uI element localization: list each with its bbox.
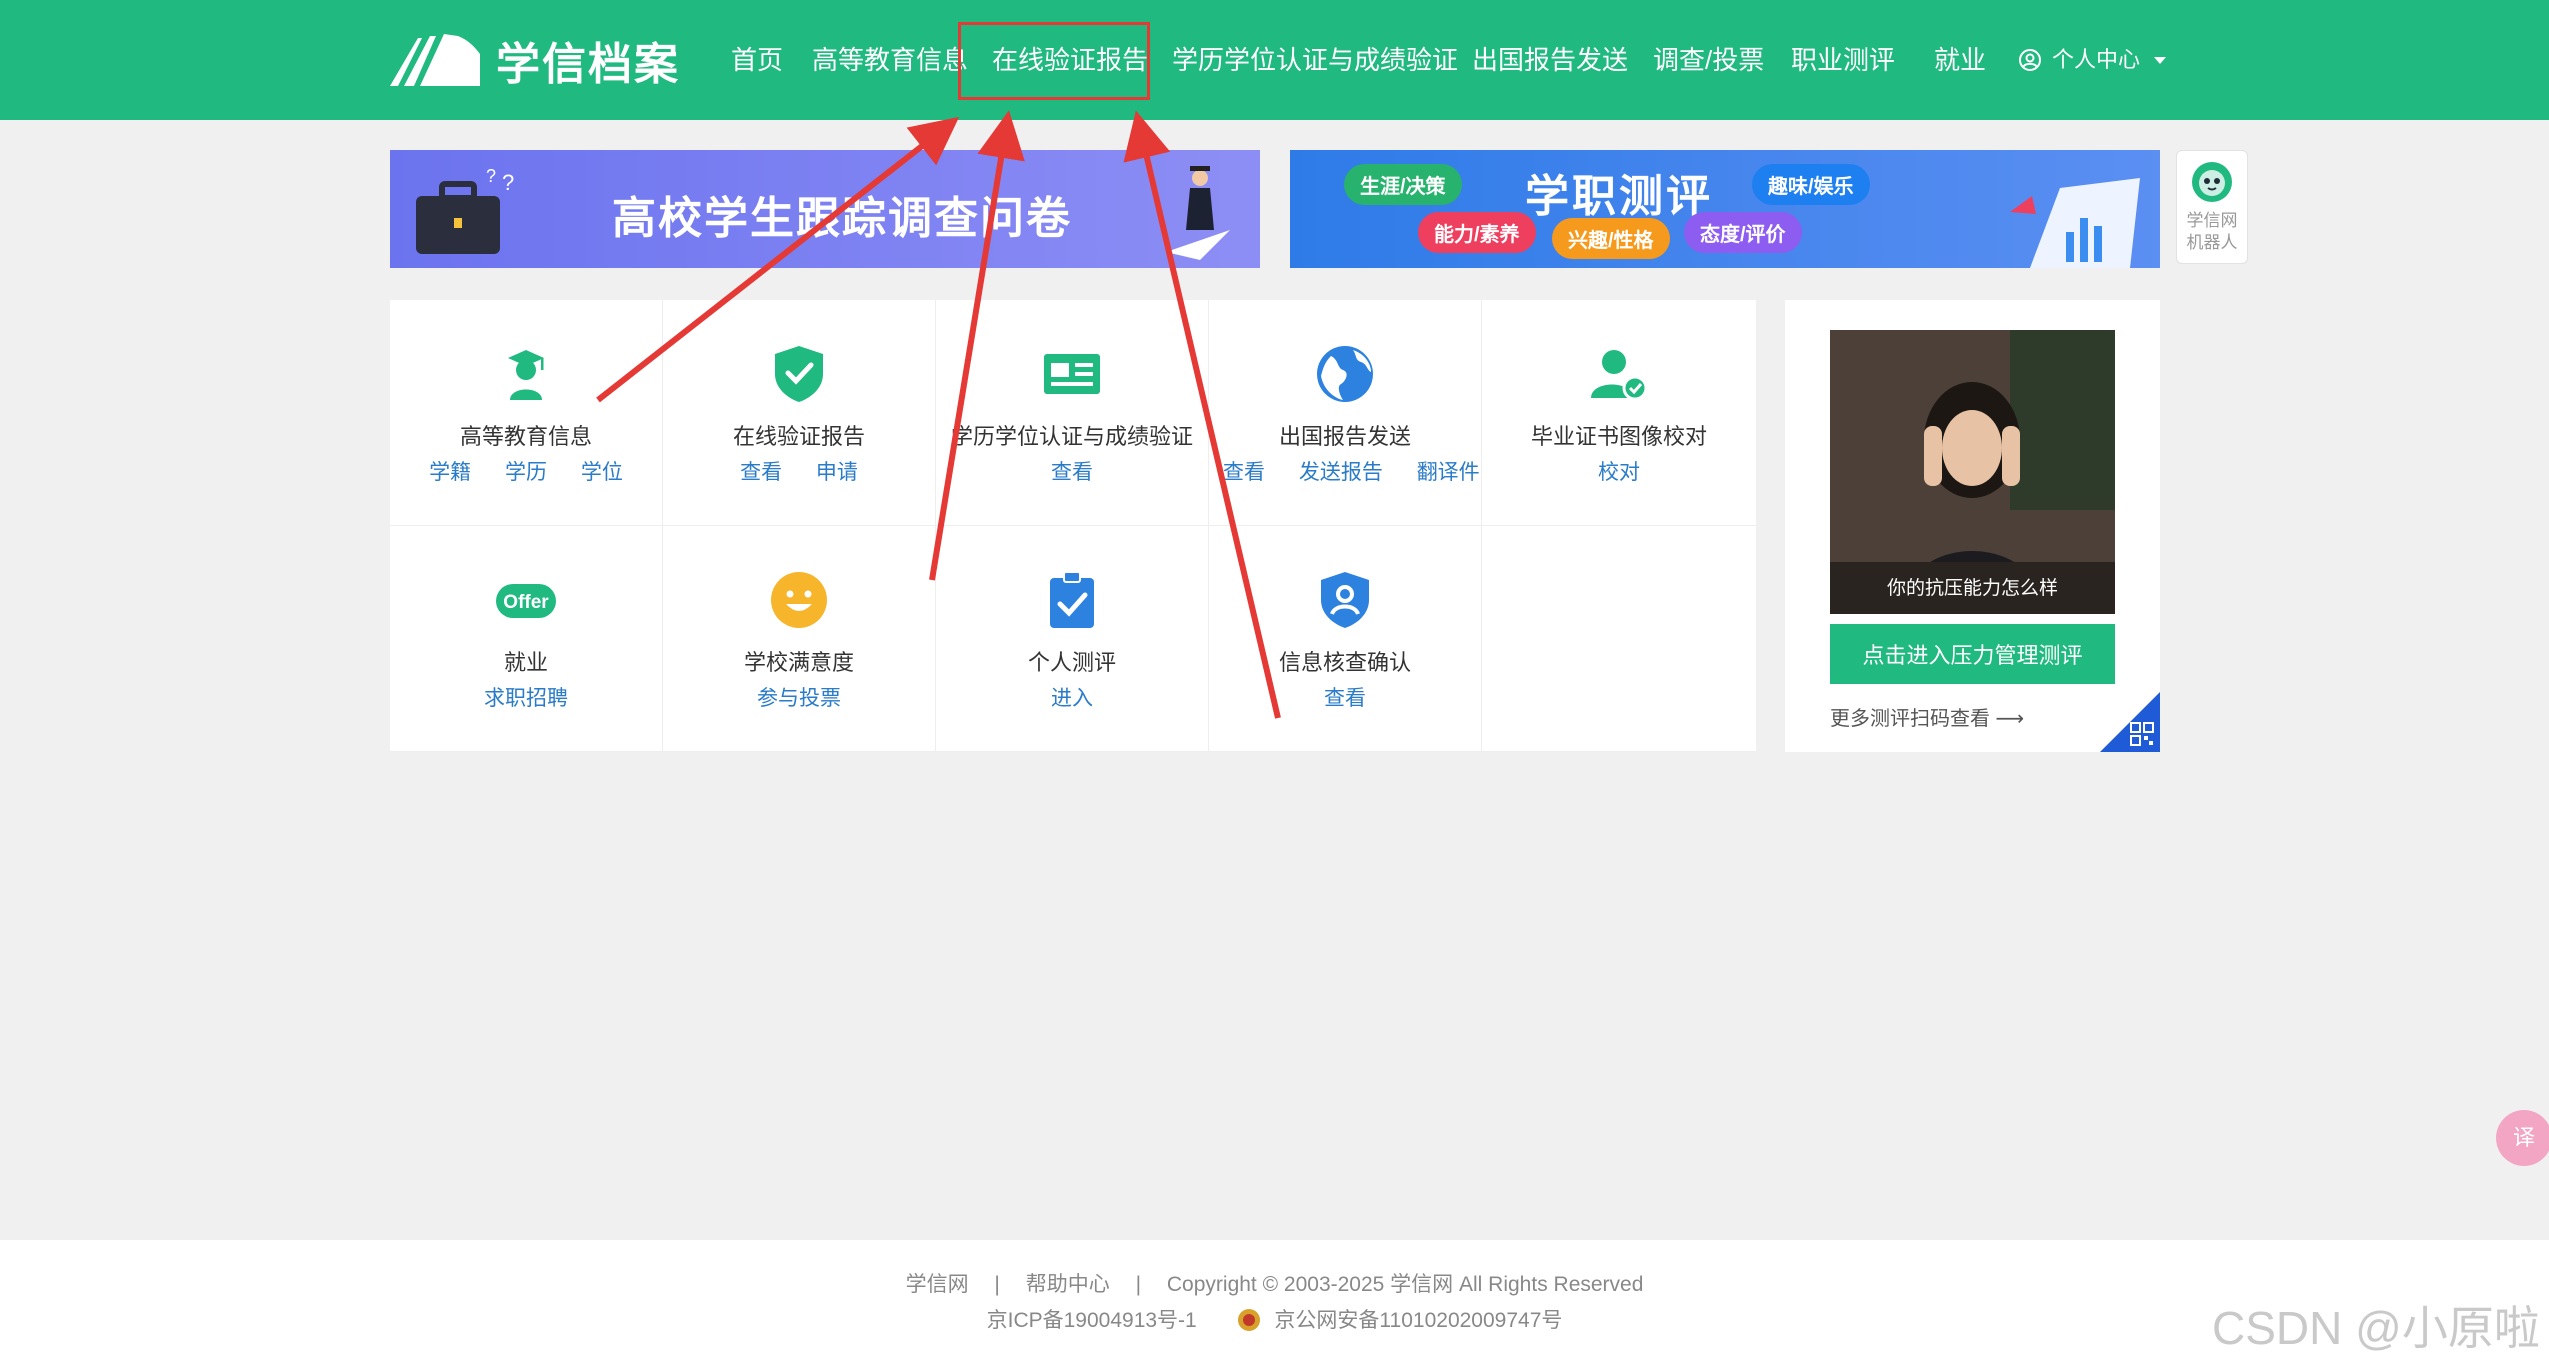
robot-icon <box>2192 162 2232 202</box>
translate-fab[interactable]: 译 <box>2496 1110 2549 1166</box>
footer-copyright: Copyright © 2003-2025 学信网 All Rights Res… <box>1166 1273 1644 1296</box>
nav-home[interactable]: 首页 <box>731 40 783 80</box>
service-overseas-report: 出国报告发送 查看 发送报告 翻译件 <box>1209 300 1482 526</box>
service-certificate-proofread: 毕业证书图像校对 校对 <box>1482 300 1756 526</box>
tag-fun: 趣味/娱乐 <box>1752 164 1870 205</box>
svg-text:?: ? <box>486 168 496 186</box>
robot-label-line2: 机器人 <box>2186 233 2238 252</box>
link-view-confirmation[interactable]: 查看 <box>1324 687 1366 710</box>
photo-caption: 你的抗压能力怎么样 <box>1886 578 2058 599</box>
service-higher-education: 高等教育信息 学籍 学历 学位 <box>390 300 663 526</box>
link-apply-report[interactable]: 申请 <box>816 461 858 484</box>
stress-test-button[interactable]: 点击进入压力管理测评 <box>1830 624 2115 684</box>
stress-test-photo[interactable]: 你的抗压能力怎么样 <box>1830 330 2115 614</box>
service-title: 就业 <box>503 650 548 675</box>
link-translation[interactable]: 翻译件 <box>1417 461 1480 484</box>
service-title: 出国报告发送 <box>1278 424 1411 449</box>
service-degree-certification: 学历学位认证与成绩验证 查看 <box>936 300 1209 526</box>
robot-assistant[interactable]: 学信网 机器人 <box>2176 150 2248 264</box>
logo-text: 学信档案 <box>496 40 680 89</box>
career-banner-title: 学职测评 <box>1525 172 1713 221</box>
svg-text:?: ? <box>502 170 514 195</box>
tag-interest: 兴趣/性格 <box>1552 218 1670 259</box>
top-nav-bar: 学信档案 首页 高等教育信息 在线验证报告 学历学位认证与成绩验证 出国报告发送… <box>0 0 2549 120</box>
service-title: 信息核查确认 <box>1278 650 1411 675</box>
graduate-icon <box>508 350 544 400</box>
link-student-status[interactable]: 学籍 <box>429 461 471 484</box>
service-title: 毕业证书图像校对 <box>1530 424 1707 449</box>
link-degree[interactable]: 学位 <box>581 461 623 484</box>
site-logo[interactable]: 学信档案 <box>388 30 680 90</box>
watermark: CSDN @小原啦 <box>2212 1302 2540 1354</box>
service-title: 个人测评 <box>1027 650 1116 675</box>
service-title: 在线验证报告 <box>732 424 865 449</box>
user-circle-icon <box>2019 49 2041 71</box>
service-school-satisfaction: 学校满意度 参与投票 <box>663 526 936 752</box>
career-assessment-banner[interactable]: 生涯/决策 学职测评 趣味/娱乐 能力/素养 兴趣/性格 态度/评价 <box>1290 150 2160 268</box>
footer-separator: | <box>994 1273 1000 1296</box>
service-employment: Offer 就业 求职招聘 <box>390 526 663 752</box>
footer-separator: | <box>1135 1273 1142 1296</box>
nav-employment[interactable]: 就业 <box>1934 40 1986 80</box>
survey-banner[interactable]: ? ? 高校学生跟踪调查问卷 <box>390 150 1260 268</box>
svg-text:Offer: Offer <box>503 592 549 613</box>
nav-survey-vote[interactable]: 调查/投票 <box>1653 40 1764 80</box>
user-center-label: 个人中心 <box>2052 47 2141 72</box>
nav-career-assessment[interactable]: 职业测评 <box>1791 40 1895 80</box>
globe-icon <box>1317 346 1373 402</box>
robot-label-line1: 学信网 <box>2186 211 2238 230</box>
stressed-woman-illustration <box>1830 330 2115 614</box>
logo-icon <box>390 34 480 86</box>
link-send-report[interactable]: 发送报告 <box>1299 461 1383 484</box>
caret-down-icon <box>2154 56 2167 64</box>
tag-ability: 能力/素养 <box>1418 212 1536 253</box>
service-title: 高等教育信息 <box>459 424 592 449</box>
shield-check-icon <box>775 346 823 402</box>
clipboard-check-icon <box>1050 571 1094 628</box>
user-center-menu[interactable]: 个人中心 <box>2018 40 2167 80</box>
tag-career-decision: 生涯/决策 <box>1344 164 1462 205</box>
link-view-report[interactable]: 查看 <box>740 461 782 484</box>
offer-icon: Offer <box>496 584 556 618</box>
nav-overseas-report[interactable]: 出国报告发送 <box>1472 40 1628 80</box>
id-card-icon <box>1044 354 1100 394</box>
footer-link-help[interactable]: 帮助中心 <box>1026 1273 1110 1296</box>
link-view-overseas[interactable]: 查看 <box>1223 461 1265 484</box>
police-badge-icon <box>1237 1309 1260 1331</box>
link-academic-record[interactable]: 学历 <box>505 461 547 484</box>
more-assessments-text: 更多测评扫码查看 ⟶ <box>1830 708 2025 730</box>
service-title: 学校满意度 <box>743 650 854 675</box>
stress-test-panel: 你的抗压能力怎么样 点击进入压力管理测评 更多测评扫码查看 ⟶ <box>1785 300 2160 752</box>
link-enter-assessment[interactable]: 进入 <box>1051 687 1093 710</box>
shield-user-icon <box>1321 572 1369 628</box>
service-personal-assessment: 个人测评 进入 <box>936 526 1209 752</box>
link-vote[interactable]: 参与投票 <box>757 687 841 710</box>
link-proofread[interactable]: 校对 <box>1598 461 1640 484</box>
briefcase-icon: ? ? <box>416 168 514 254</box>
smile-icon <box>771 572 827 628</box>
service-online-verification: 在线验证报告 查看 申请 <box>663 300 936 526</box>
footer-link-site[interactable]: 学信网 <box>906 1273 969 1296</box>
footer-police-record[interactable]: 京公网安备11010202009747号 <box>1274 1309 1562 1332</box>
report-chart-icon <box>2010 178 2140 268</box>
service-grid: 高等教育信息 学籍 学历 学位 在线验证报告 查看 申请 学历学位认证与成绩验证… <box>390 300 1756 752</box>
link-job-recruitment[interactable]: 求职招聘 <box>484 687 568 710</box>
tag-attitude: 态度/评价 <box>1684 212 1802 253</box>
annotation-highlight-box <box>958 22 1150 100</box>
footer: 学信网 | 帮助中心 | Copyright © 2003-2025 学信网 A… <box>0 1240 2549 1361</box>
service-info-confirmation: 信息核查确认 查看 <box>1209 526 1482 752</box>
graduate-figure-icon <box>1166 166 1230 260</box>
nav-higher-education[interactable]: 高等教育信息 <box>812 40 968 80</box>
nav-degree-certification[interactable]: 学历学位认证与成绩验证 <box>1172 40 1458 80</box>
user-check-icon <box>1591 350 1648 401</box>
empty-cell <box>1482 526 1756 752</box>
link-view-certification[interactable]: 查看 <box>1051 461 1093 484</box>
footer-icp[interactable]: 京ICP备19004913号-1 <box>987 1309 1197 1332</box>
survey-banner-title: 高校学生跟踪调查问卷 <box>612 194 1072 243</box>
service-title: 学历学位认证与成绩验证 <box>950 424 1193 449</box>
qr-code-icon[interactable] <box>2130 722 2154 746</box>
